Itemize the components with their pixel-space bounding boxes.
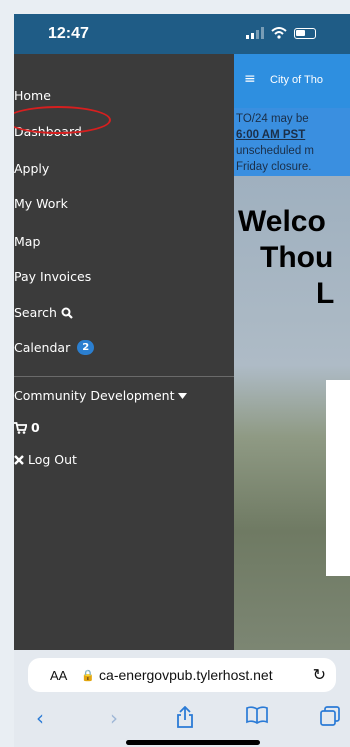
nav-label-home: Home (14, 88, 51, 103)
drawer-divider (14, 376, 234, 377)
notice-line-4: Friday closure. (236, 161, 312, 173)
forward-icon[interactable]: › (110, 706, 118, 730)
notice-line-1: TO/24 may be (236, 113, 309, 125)
nav-item-search[interactable]: Search (14, 305, 73, 320)
close-icon (14, 454, 24, 465)
nav-label-my-work: My Work (14, 196, 68, 211)
nav-item-cart[interactable]: 0 (14, 420, 40, 435)
hero-banner: Welco Thou L (234, 176, 350, 650)
welcome-heading: Welco Thou L (234, 204, 350, 312)
text-size-button[interactable]: AA (50, 668, 67, 683)
status-icons (246, 27, 316, 39)
nav-label-pay-invoices: Pay Invoices (14, 269, 92, 284)
nav-item-home[interactable]: Home (14, 88, 51, 103)
nav-item-my-work[interactable]: My Work (14, 196, 68, 211)
nav-item-map[interactable]: Map (14, 234, 40, 249)
nav-label-community-development: Community Development (14, 388, 175, 403)
nav-item-calendar[interactable]: Calendar 2 (14, 340, 95, 355)
side-drawer: Home Dashboard Apply My Work Map Pay Inv… (14, 54, 234, 650)
reload-icon[interactable]: ↻ (313, 665, 326, 685)
nav-item-dashboard[interactable]: Dashboard (14, 124, 82, 139)
browser-chrome: AA 🔒 ca-energovpub.tylerhost.net ↻ ‹ › (14, 650, 350, 747)
nav-label-search: Search (14, 305, 57, 320)
nav-item-pay-invoices[interactable]: Pay Invoices (14, 269, 91, 284)
home-indicator (126, 740, 260, 745)
nav-label-apply: Apply (14, 161, 50, 176)
welcome-line-3: L (316, 277, 335, 310)
nav-item-community-development[interactable]: Community Development (14, 388, 188, 403)
notice-line-2[interactable]: 6:00 AM PST (236, 127, 350, 143)
tabs-icon[interactable] (320, 706, 340, 726)
browser-toolbar: ‹ › (14, 704, 350, 734)
url-text: ca-energovpub.tylerhost.net (99, 667, 273, 683)
bookmarks-icon[interactable] (246, 706, 268, 724)
cart-count: 0 (31, 420, 40, 435)
back-icon[interactable]: ‹ (36, 706, 44, 730)
phone-screen: 12:47 Home Dashboard Apply My Work Map P… (14, 14, 350, 747)
signal-icon (246, 27, 264, 39)
nav-label-dashboard: Dashboard (14, 124, 82, 139)
cart-icon (14, 421, 27, 434)
content-card (326, 380, 350, 576)
menu-icon[interactable]: ≡ (244, 71, 256, 87)
lock-icon: 🔒 (81, 669, 96, 682)
notice-line-3: unscheduled m (236, 145, 314, 157)
page-content: ≡ City of Tho TO/24 may be 6:00 AM PST u… (234, 54, 350, 650)
address-bar[interactable]: AA 🔒 ca-energovpub.tylerhost.net ↻ (28, 658, 336, 692)
welcome-line-2: Thou (260, 241, 334, 274)
top-bar: ≡ City of Tho (234, 54, 350, 108)
nav-label-map: Map (14, 234, 41, 249)
status-time: 12:47 (48, 25, 89, 42)
calendar-count-badge: 2 (77, 340, 95, 355)
welcome-line-1: Welco (238, 205, 326, 238)
status-bar: 12:47 (14, 14, 350, 54)
site-title: City of Tho (270, 74, 323, 86)
share-icon[interactable] (176, 706, 194, 728)
battery-icon (294, 27, 316, 39)
search-icon (61, 307, 73, 319)
wifi-icon (271, 27, 287, 39)
nav-item-log-out[interactable]: Log Out (14, 452, 77, 467)
nav-label-calendar: Calendar (14, 340, 71, 355)
notice-banner: TO/24 may be 6:00 AM PST unscheduled m F… (234, 108, 350, 176)
caret-down-icon (178, 392, 188, 399)
nav-item-apply[interactable]: Apply (14, 161, 49, 176)
nav-label-log-out: Log Out (28, 452, 77, 467)
